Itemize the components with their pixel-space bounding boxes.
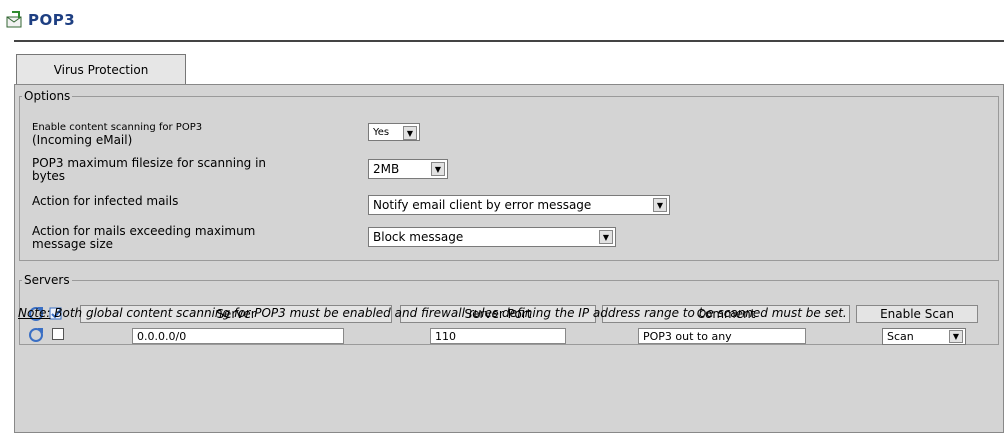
header-divider [14, 40, 1004, 42]
servers-legend: Servers [24, 273, 70, 287]
option-label-line: POP3 maximum filesize for scanning in [32, 156, 267, 170]
max-filesize-value: 2MB [373, 162, 400, 176]
option-label-line: bytes [32, 169, 66, 183]
note-label: Note: [18, 306, 51, 320]
enable-scan-value: Scan [887, 330, 914, 343]
chevron-down-icon: ▼ [403, 126, 417, 140]
pop3-mail-icon [6, 11, 24, 29]
note-text: Note: Both global content scanning for P… [18, 306, 1002, 320]
server-input[interactable]: 0.0.0.0/0 [132, 328, 344, 344]
enable-scan-select[interactable]: Scan ▼ [882, 328, 966, 345]
note-body: Both global content scanning for POP3 mu… [54, 306, 847, 320]
tab-panel: Options Enable content scanning for POP3… [14, 84, 1004, 433]
enable-scanning-value: Yes [373, 126, 390, 138]
options-legend: Options [24, 89, 71, 103]
page-header: POP3 [6, 6, 75, 34]
option-label-infected-action: Action for infected mails [32, 195, 178, 208]
page-title: POP3 [28, 11, 76, 29]
option-label-line: message size [32, 237, 114, 251]
option-label-max-filesize: POP3 maximum filesize for scanning in by… [32, 157, 266, 183]
size-action-select[interactable]: Block message ▼ [368, 227, 616, 247]
option-label-line: Action for infected mails [32, 194, 179, 208]
tab-virus-protection[interactable]: Virus Protection [16, 54, 186, 85]
refresh-row-icon[interactable] [28, 327, 44, 343]
infected-action-select[interactable]: Notify email client by error message ▼ [368, 195, 670, 215]
chevron-down-icon: ▼ [431, 162, 445, 176]
max-filesize-select[interactable]: 2MB ▼ [368, 159, 448, 179]
server-port-input[interactable]: 110 [430, 328, 566, 344]
comment-input[interactable]: POP3 out to any [638, 328, 806, 344]
enable-scanning-select[interactable]: Yes ▼ [368, 123, 420, 141]
option-label-size-action: Action for mails exceeding maximum messa… [32, 225, 255, 251]
row-select-checkbox[interactable] [52, 328, 64, 340]
option-label-enable-scanning: Enable content scanning for POP3 (Incomi… [32, 121, 202, 147]
size-action-value: Block message [373, 230, 464, 244]
option-label-line: (Incoming eMail) [32, 133, 133, 147]
chevron-down-icon: ▼ [599, 230, 613, 244]
chevron-down-icon: ▼ [949, 330, 963, 343]
chevron-down-icon: ▼ [653, 198, 667, 212]
options-group: Options Enable content scanning for POP3… [19, 89, 999, 261]
infected-action-value: Notify email client by error message [373, 198, 592, 212]
tab-strip: Virus Protection [14, 46, 1004, 85]
